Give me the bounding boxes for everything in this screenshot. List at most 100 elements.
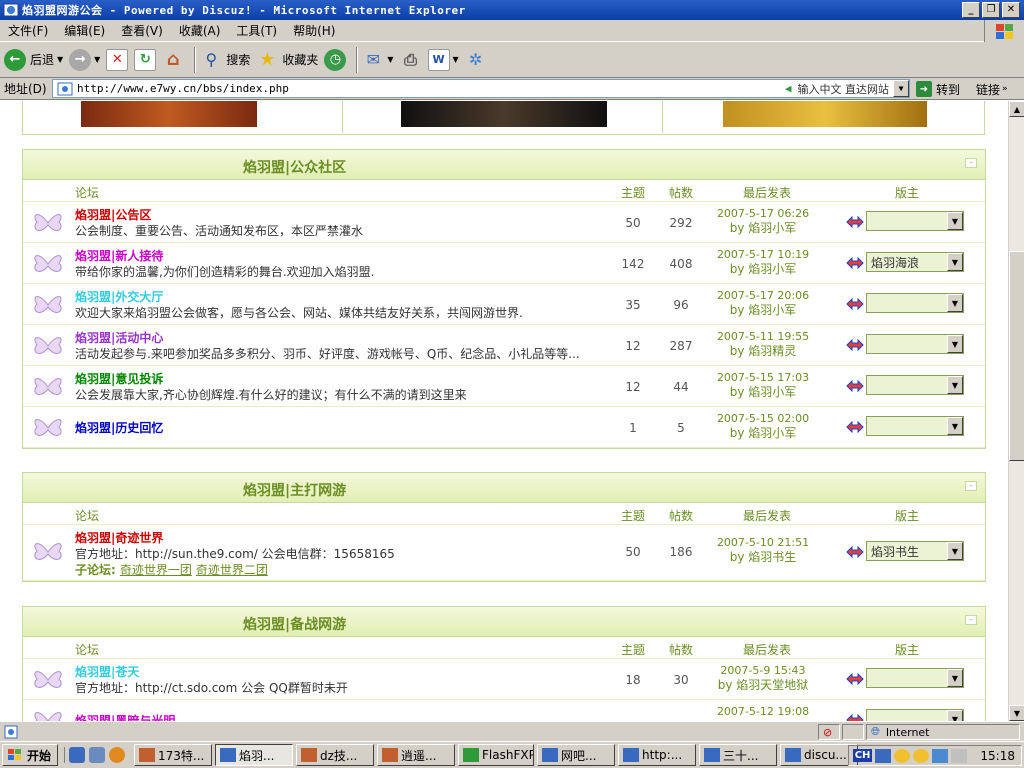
collapse-icon[interactable]: –	[965, 481, 977, 491]
last-post-time[interactable]: 2007-5-17 06:26	[703, 206, 823, 221]
forward-button[interactable]: → ▼	[69, 45, 100, 75]
address-dropdown[interactable]: ▼	[893, 80, 909, 97]
outlook-quicklaunch-icon[interactable]	[89, 747, 106, 763]
last-post-time[interactable]: 2007-5-9 15:43	[703, 663, 823, 678]
last-post-author[interactable]: by 焰羽小军	[703, 385, 823, 400]
taskbar-button[interactable]: discu...	[780, 744, 859, 766]
subforum-link[interactable]: 奇迹世界一团	[120, 563, 192, 577]
chevron-down-icon[interactable]: ▼	[57, 55, 63, 64]
forum-name[interactable]: 焰羽盟|意见投诉	[75, 370, 163, 387]
last-post-time[interactable]: 2007-5-12 19:08	[703, 704, 823, 719]
banner-image[interactable]	[401, 101, 607, 127]
chevron-down-icon[interactable]: ▼	[387, 55, 393, 64]
scroll-up-button[interactable]: ▲	[1009, 101, 1024, 117]
moderator-select[interactable]: ▼	[866, 211, 964, 231]
forum-name[interactable]: 焰羽盟|公告区	[75, 206, 151, 223]
last-post-time[interactable]: 2007-5-17 10:19	[703, 247, 823, 262]
minimize-button[interactable]: _	[962, 2, 980, 18]
menu-help[interactable]: 帮助(H)	[285, 22, 343, 39]
taskbar-button[interactable]: http:...	[618, 744, 697, 766]
moderator-select[interactable]: ▼	[866, 375, 964, 395]
qq-icon[interactable]	[894, 748, 911, 763]
section-title[interactable]: 焰羽盟|备战网游	[243, 614, 346, 634]
moderator-select[interactable]: ▼	[866, 709, 964, 721]
moderator-select[interactable]: ▼	[866, 293, 964, 313]
last-post-author[interactable]: by 焰羽书生	[703, 550, 823, 565]
forum-name[interactable]: 焰羽盟|奇迹世界	[75, 529, 163, 546]
subforum-link[interactable]: 奇迹世界二团	[196, 563, 268, 577]
tray-icon[interactable]	[875, 748, 892, 763]
moderator-select[interactable]: 焰羽书生 ▼	[866, 541, 964, 561]
taskbar-button[interactable]: dz技...	[296, 744, 375, 766]
scroll-thumb[interactable]	[1009, 251, 1024, 461]
menu-favorites[interactable]: 收藏(A)	[171, 22, 229, 39]
volume-icon[interactable]	[951, 748, 968, 763]
banner-image[interactable]	[81, 101, 257, 127]
section-title[interactable]: 焰羽盟|主打网游	[243, 480, 346, 500]
go-button[interactable]: ➜ 转到	[916, 79, 960, 99]
links-button[interactable]: 链接»	[976, 79, 1008, 99]
collapse-icon[interactable]: –	[965, 615, 977, 625]
restore-button[interactable]: ❐	[982, 2, 1000, 18]
last-post-author[interactable]: by 焰羽小军	[703, 262, 823, 277]
moderator-select[interactable]: ▼	[866, 416, 964, 436]
last-post-author[interactable]: by 焰羽小军	[703, 221, 823, 236]
refresh-button[interactable]: ↻	[134, 45, 157, 75]
vertical-scrollbar[interactable]: ▲ ▼	[1008, 101, 1024, 721]
last-post-author[interactable]: by 焰羽精灵	[703, 344, 823, 359]
messenger-button[interactable]: ✲	[465, 45, 487, 75]
history-button[interactable]: ◷	[324, 45, 347, 75]
forum-name[interactable]: 焰羽盟|苍天	[75, 663, 139, 680]
taskbar-button[interactable]: 三十...	[699, 744, 778, 766]
moderator-select[interactable]: ▼	[866, 668, 964, 688]
close-button[interactable]: ✕	[1002, 2, 1020, 18]
search-button[interactable]: ⚲ 搜索	[200, 45, 250, 75]
taskbar-button[interactable]: 173特...	[134, 744, 213, 766]
section-title[interactable]: 焰羽盟|公众社区	[243, 157, 346, 177]
last-post-time[interactable]: 2007-5-15 17:03	[703, 370, 823, 385]
favorites-button[interactable]: ★ 收藏夹	[256, 45, 318, 75]
scroll-down-button[interactable]: ▼	[1009, 705, 1024, 721]
forum-name[interactable]: 焰羽盟|黑暗与光明	[75, 712, 175, 721]
forum-name[interactable]: 焰羽盟|历史回忆	[75, 419, 163, 436]
menu-view[interactable]: 查看(V)	[113, 22, 171, 39]
banner-image[interactable]	[723, 101, 927, 127]
forum-name[interactable]: 焰羽盟|新人接待	[75, 247, 163, 264]
start-button[interactable]: 开始	[2, 744, 59, 766]
menu-tools[interactable]: 工具(T)	[228, 22, 285, 39]
address-input[interactable]: http://www.e7wy.cn/bbs/index.php ◀ 输入中文 …	[52, 79, 910, 98]
media-quicklaunch-icon[interactable]	[109, 747, 126, 763]
edit-button[interactable]: W ▼	[427, 45, 459, 75]
home-button[interactable]: ⌂	[162, 45, 184, 75]
last-post-time[interactable]: 2007-5-10 21:51	[703, 535, 823, 550]
ie-quicklaunch-icon[interactable]	[69, 747, 86, 763]
forum-name[interactable]: 焰羽盟|活动中心	[75, 329, 163, 346]
chevron-down-icon[interactable]: ▼	[453, 55, 459, 64]
last-post-time[interactable]: 2007-5-17 20:06	[703, 288, 823, 303]
taskbar-button[interactable]: FlashFXP	[458, 744, 535, 766]
last-post-author[interactable]: by 焰羽小军	[703, 426, 823, 441]
last-post-time[interactable]: 2007-5-15 02:00	[703, 411, 823, 426]
ime-indicator[interactable]: CH	[852, 749, 873, 762]
last-post-author[interactable]: by 焰羽小军	[703, 303, 823, 318]
chevron-down-icon[interactable]: ▼	[94, 55, 100, 64]
last-post-time[interactable]: 2007-5-11 19:55	[703, 329, 823, 344]
stop-button[interactable]: ✕	[106, 45, 129, 75]
menu-edit[interactable]: 编辑(E)	[56, 22, 113, 39]
collapse-icon[interactable]: –	[965, 158, 977, 168]
qq-icon[interactable]	[913, 748, 930, 763]
mail-button[interactable]: ✉ ▼	[362, 45, 394, 75]
taskbar-button[interactable]: 网吧...	[537, 744, 616, 766]
address-hint: 输入中文 直达网站	[797, 82, 890, 96]
last-post-author[interactable]: by 焰羽天堂地狱	[703, 678, 823, 693]
taskbar-button[interactable]: 焰羽...	[215, 744, 294, 766]
menu-file[interactable]: 文件(F)	[0, 22, 56, 39]
forum-name[interactable]: 焰羽盟|外交大厅	[75, 288, 163, 305]
print-button[interactable]: ⎙	[400, 45, 422, 75]
network-icon[interactable]	[932, 748, 949, 763]
taskbar-button[interactable]: 逍遥...	[377, 744, 456, 766]
blocked-icon[interactable]: ⊘	[818, 724, 840, 740]
back-button[interactable]: ← 后退 ▼	[4, 45, 63, 75]
moderator-select[interactable]: ▼	[866, 334, 964, 354]
moderator-select[interactable]: 焰羽海浪 ▼	[866, 252, 964, 272]
